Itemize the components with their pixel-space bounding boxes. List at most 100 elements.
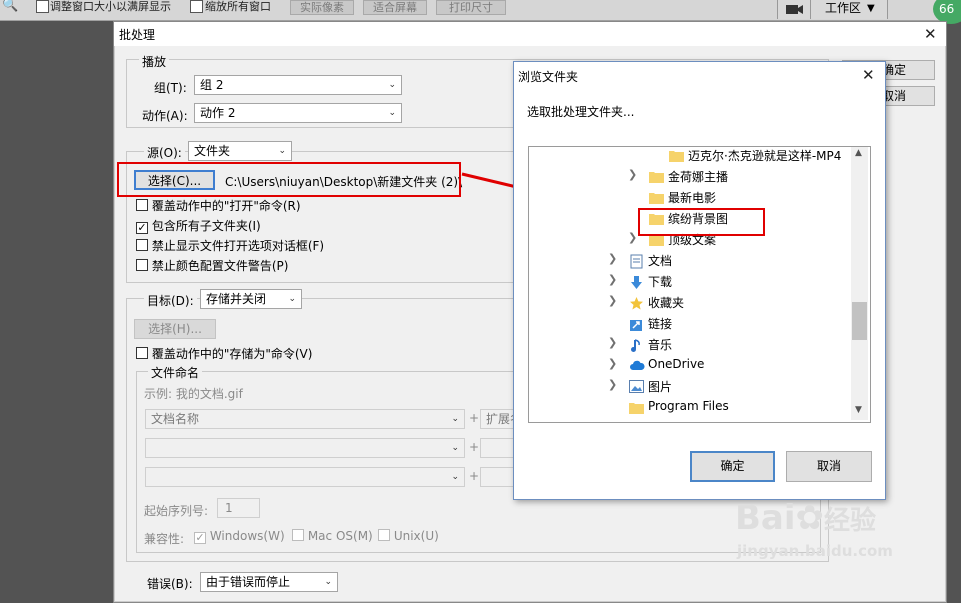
watermark-brand: Bai	[735, 498, 796, 538]
play-group-label: 播放	[139, 53, 170, 70]
chevron-down-icon: ⌄	[388, 108, 396, 118]
star-icon	[629, 296, 644, 314]
chevron-down-icon: ▼	[867, 3, 875, 14]
naming-example: 示例: 我的文档.gif	[144, 387, 243, 401]
resize-windows-checkbox[interactable]	[36, 0, 49, 13]
override-save-as-option[interactable]: 覆盖动作中的"存储为"命令(V)	[136, 345, 312, 362]
expand-chevron-icon[interactable]: ❯	[608, 294, 617, 307]
tree-item-label: 收藏夹	[648, 296, 685, 310]
zoom-all-label: 缩放所有窗口	[205, 0, 271, 13]
compat-checkbox[interactable]	[292, 529, 304, 541]
browse-cancel-button[interactable]: 取消	[786, 451, 872, 482]
source-option[interactable]: 覆盖动作中的"打开"命令(R)	[136, 197, 301, 214]
source-option-label: 覆盖动作中的"打开"命令(R)	[151, 199, 301, 213]
file-naming-label: 文件命名	[148, 364, 203, 381]
source-option-checkbox[interactable]	[136, 199, 148, 211]
expand-chevron-icon[interactable]: ❯	[608, 252, 617, 265]
tree-item-label: 音乐	[648, 338, 673, 352]
expand-chevron-icon[interactable]: ❯	[628, 168, 637, 181]
compat-option[interactable]: Mac OS(M)	[292, 529, 373, 543]
compat-checkbox[interactable]	[378, 529, 390, 541]
plus-icon: +	[469, 469, 480, 483]
scroll-thumb[interactable]	[852, 302, 867, 340]
folder-icon	[649, 191, 664, 207]
folder-icon	[649, 170, 664, 186]
documents-icon	[629, 254, 644, 272]
expand-chevron-icon[interactable]: ❯	[608, 357, 617, 370]
workspace-label: 工作区	[825, 1, 862, 15]
tree-item-label: OneDrive	[648, 357, 705, 371]
errors-select[interactable]: 由于错误而停止 ⌄	[200, 572, 338, 592]
naming-field-1-value: 文档名称	[151, 412, 200, 426]
start-serial-input[interactable]: 1	[217, 498, 260, 518]
expand-chevron-icon[interactable]: ❯	[608, 273, 617, 286]
compat-option[interactable]: ✓ Windows(W)	[194, 529, 285, 544]
scroll-down-icon[interactable]: ▼	[855, 405, 862, 415]
expand-chevron-icon[interactable]: ❯	[628, 231, 637, 244]
tree-item-label: 下载	[648, 275, 673, 289]
naming-field-5[interactable]: ⌄	[145, 467, 465, 487]
naming-field-3[interactable]: ⌄	[145, 438, 465, 458]
source-path-highlight	[117, 162, 461, 197]
compat-option-label: Unix(U)	[393, 529, 439, 543]
source-value: 文件夹	[194, 144, 231, 158]
expand-chevron-icon[interactable]: ❯	[608, 336, 617, 349]
watermark-url: jingyan.baidu.com	[737, 542, 893, 560]
music-icon	[629, 338, 644, 356]
compat-label: 兼容性:	[144, 532, 185, 546]
set-value: 组 2	[200, 78, 224, 92]
override-save-as-label: 覆盖动作中的"存储为"命令(V)	[151, 347, 313, 361]
browse-close-icon[interactable]: ✕	[862, 67, 875, 83]
source-option[interactable]: ✓ 包含所有子文件夹(I)	[136, 217, 261, 234]
source-option[interactable]: 禁止显示文件打开选项对话框(F)	[136, 237, 324, 254]
options-bar: 🔍 调整窗口大小以满屏显示 缩放所有窗口 实际像素 适合屏幕 打印尺寸 工作区 …	[0, 0, 961, 24]
actual-pixels-button[interactable]: 实际像素	[290, 0, 354, 15]
batch-close-icon[interactable]: ✕	[924, 26, 937, 42]
resize-windows-label: 调整窗口大小以满屏显示	[50, 0, 171, 13]
plus-icon: +	[469, 440, 480, 454]
folder-tree[interactable]: 迈克尔·杰克逊就是这样-MP4 ❯ 金荷娜主播 最新电影 缤纷背景图 ❯ 顶级文案 …	[528, 146, 871, 423]
compat-checkbox[interactable]: ✓	[194, 532, 206, 544]
browse-folder-dialog: 浏览文件夹 ✕ 选取批处理文件夹... 迈克尔·杰克逊就是这样-MP4 ❯ 金荷娜…	[513, 61, 886, 500]
fit-screen-button[interactable]: 适合屏幕	[363, 0, 427, 15]
tree-scrollbar[interactable]: ▲ ▼	[851, 147, 868, 420]
override-save-as-checkbox[interactable]	[136, 347, 148, 359]
tree-item-label: 图片	[648, 380, 673, 394]
tree-item-label: 文档	[648, 254, 673, 268]
set-label: 组(T):	[154, 81, 187, 95]
expand-chevron-icon[interactable]: ❯	[608, 378, 617, 391]
chevron-down-icon: ⌄	[451, 443, 459, 453]
tree-item-label: 链接	[648, 317, 673, 331]
source-option[interactable]: 禁止颜色配置文件警告(P)	[136, 257, 288, 274]
source-option-checkbox[interactable]	[136, 239, 148, 251]
source-option-checkbox[interactable]: ✓	[136, 222, 148, 234]
download-icon	[629, 275, 644, 293]
action-select[interactable]: 动作 2 ⌄	[194, 103, 402, 123]
destination-choose-button[interactable]: 选择(H)...	[134, 319, 216, 339]
browse-ok-button[interactable]: 确定	[690, 451, 775, 482]
print-size-button[interactable]: 打印尺寸	[436, 0, 506, 15]
source-option-label: 禁止显示文件打开选项对话框(F)	[151, 239, 325, 253]
destination-select[interactable]: 存储并关闭 ⌄	[200, 289, 302, 309]
start-serial-label: 起始序列号:	[144, 504, 209, 518]
workspace-button[interactable]: 工作区 ▼	[810, 0, 888, 19]
scroll-up-icon[interactable]: ▲	[855, 148, 862, 158]
folder-icon	[669, 149, 684, 165]
batch-title: 批处理	[119, 28, 156, 42]
camera-icon[interactable]	[777, 0, 811, 19]
paw-icon: ✿	[795, 498, 825, 538]
zoom-all-checkbox[interactable]	[190, 0, 203, 13]
chevron-down-icon: ⌄	[278, 146, 286, 156]
source-select[interactable]: 文件夹 ⌄	[188, 141, 292, 161]
source-option-label: 禁止颜色配置文件警告(P)	[151, 259, 289, 273]
compat-option[interactable]: Unix(U)	[378, 529, 439, 543]
action-label: 动作(A):	[142, 109, 188, 123]
set-select[interactable]: 组 2 ⌄	[194, 75, 402, 95]
pictures-icon	[629, 380, 644, 396]
zoom-tool-icon[interactable]: 🔍	[2, 0, 18, 13]
compat-option-label: Mac OS(M)	[307, 529, 373, 543]
source-option-label: 包含所有子文件夹(I)	[151, 219, 261, 233]
errors-value: 由于错误而停止	[206, 575, 291, 589]
naming-field-1[interactable]: 文档名称 ⌄	[145, 409, 465, 429]
source-option-checkbox[interactable]	[136, 259, 148, 271]
